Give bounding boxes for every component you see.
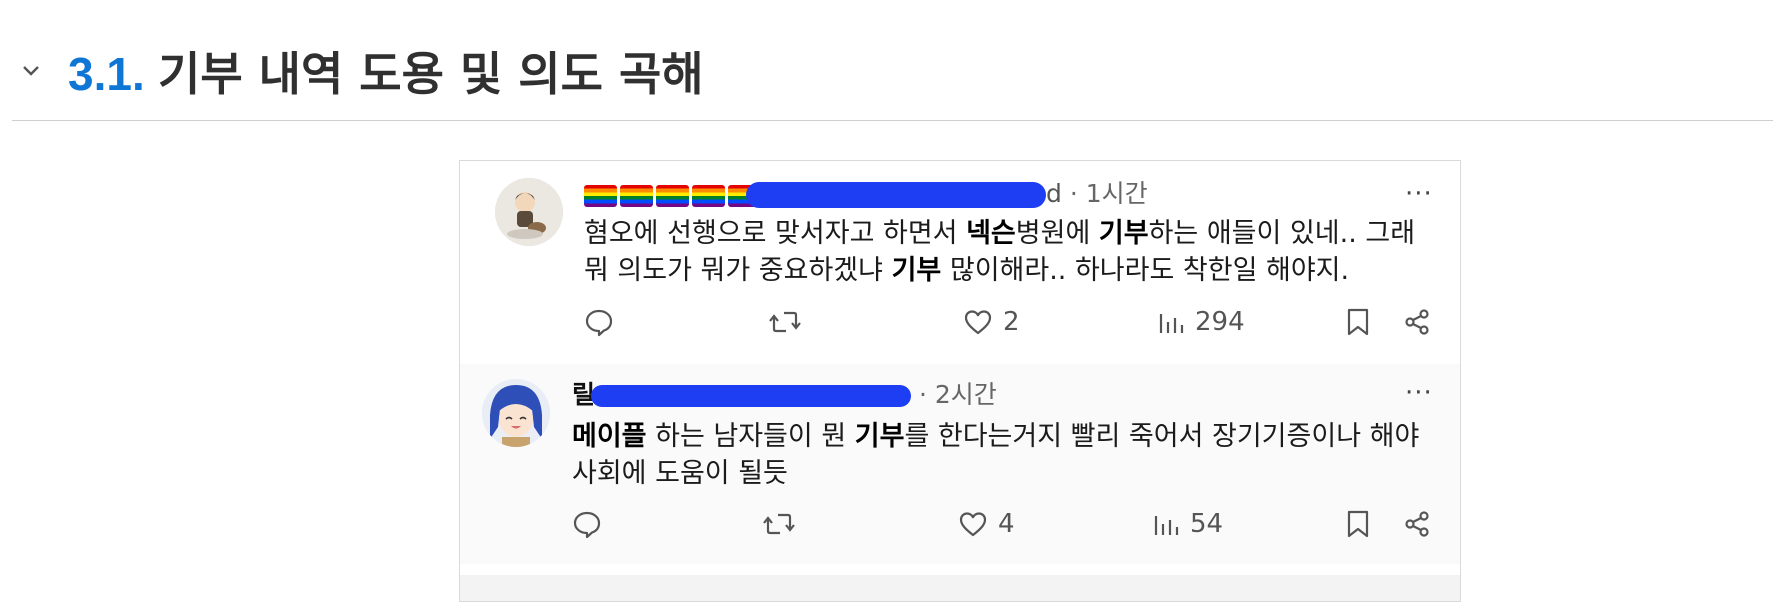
bookmark-icon [1347, 308, 1369, 336]
repost-icon [769, 311, 801, 333]
avatar[interactable] [482, 379, 550, 447]
bookmark-icon [1347, 510, 1369, 538]
share-icon [1405, 309, 1429, 335]
section-divider [12, 120, 1773, 121]
avatar[interactable] [495, 178, 563, 246]
heart-icon [964, 310, 992, 335]
redacted-username [591, 385, 912, 407]
flag-emojis [584, 178, 764, 212]
reply-button[interactable] [572, 506, 602, 542]
view-count: 54 [1190, 509, 1224, 539]
body-keyword: 기부 [891, 255, 942, 286]
post-time: · 2시간 [918, 380, 997, 409]
bookmark-button[interactable] [1346, 304, 1370, 340]
more-icon[interactable]: ··· [1405, 179, 1433, 209]
embedded-screenshot: d · 1시간 ··· 혐오에 선행으로 맞서자고 하면서 넥슨병원에 기부하는… [459, 160, 1461, 602]
views-button[interactable]: 54 [1152, 506, 1223, 542]
cropped-next-post [460, 575, 1460, 601]
reply-button[interactable] [584, 304, 614, 340]
share-icon [1405, 511, 1429, 537]
section-title: 기부 내역 도용 및 의도 곡해 [158, 47, 704, 101]
chevron-down-icon[interactable] [22, 62, 40, 80]
reply-icon [573, 511, 601, 539]
repost-button[interactable] [762, 506, 796, 542]
post-time: · 1시간 [1069, 179, 1148, 208]
body-keyword: 기부 [1098, 218, 1149, 249]
post-header: 릴 · 2시간 [572, 378, 1332, 412]
author-name-suffix: d [1046, 179, 1062, 208]
like-count: 4 [998, 509, 1015, 539]
post-actions: 2 294 [460, 304, 1460, 340]
redacted-username [746, 182, 1046, 208]
like-button[interactable]: 2 [963, 304, 1020, 340]
body-text: 많이해라.. 하나라도 착한일 해야지. [941, 255, 1350, 286]
body-text: 혐오에 선행으로 맞서자고 하면서 [584, 218, 967, 249]
post-body: 메이플 하는 남자들이 뭔 기부를 한다는거지 빨리 죽어서 장기기증이나 해야… [572, 418, 1422, 492]
post-header: d · 1시간 [584, 177, 1324, 211]
post-body: 혐오에 선행으로 맞서자고 하면서 넥슨병원에 기부하는 애들이 있네.. 그래… [584, 215, 1434, 289]
views-icon [1154, 516, 1179, 535]
post: 릴 · 2시간 ··· 메이플 하는 남자들이 뭔 기부를 한다는거지 빨리 죽… [460, 364, 1460, 564]
bookmark-button[interactable] [1346, 506, 1370, 542]
views-icon [1159, 314, 1184, 333]
repost-button[interactable] [768, 304, 802, 340]
reply-icon [585, 309, 613, 337]
body-text: 하는 남자들이 뭔 [646, 421, 855, 452]
views-button[interactable]: 294 [1157, 304, 1245, 340]
view-count: 294 [1195, 307, 1245, 337]
post: d · 1시간 ··· 혐오에 선행으로 맞서자고 하면서 넥슨병원에 기부하는… [460, 161, 1460, 361]
body-keyword: 기부 [854, 421, 905, 452]
body-keyword: 메이플 [572, 421, 647, 452]
body-text: 병원에 [1015, 218, 1099, 249]
share-button[interactable] [1403, 304, 1431, 340]
like-button[interactable]: 4 [958, 506, 1015, 542]
section-number[interactable]: 3.1. [68, 44, 145, 104]
heart-icon [959, 512, 987, 537]
share-button[interactable] [1403, 506, 1431, 542]
body-keyword: 넥슨 [966, 218, 1016, 249]
post-actions: 4 54 [460, 506, 1460, 542]
like-count: 2 [1003, 307, 1020, 337]
more-icon[interactable]: ··· [1405, 378, 1433, 408]
section-header: 3.1. 기부 내역 도용 및 의도 곡해 [0, 0, 1773, 121]
repost-icon [763, 513, 795, 535]
